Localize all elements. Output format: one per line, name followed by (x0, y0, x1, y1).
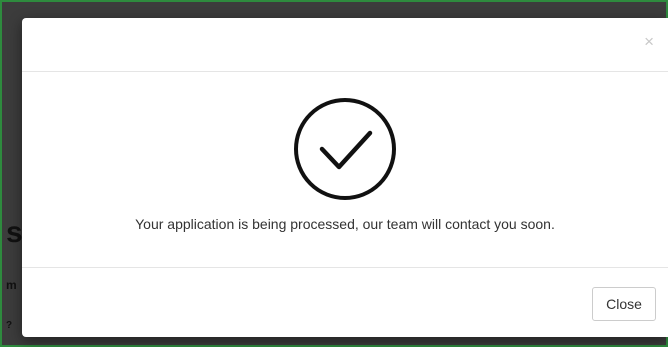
check-circle-icon (294, 98, 396, 200)
close-button[interactable]: Close (592, 287, 656, 321)
modal-header: × (22, 18, 668, 72)
close-icon[interactable]: × (644, 33, 654, 50)
status-message: Your application is being processed, our… (135, 216, 555, 232)
success-modal: × Your application is being processed, o… (22, 18, 668, 337)
background-text-fragment-2: ? (6, 320, 13, 331)
background-text-fragment: m (6, 278, 17, 292)
modal-footer: Close (22, 267, 668, 338)
modal-body: Your application is being processed, our… (22, 72, 668, 268)
